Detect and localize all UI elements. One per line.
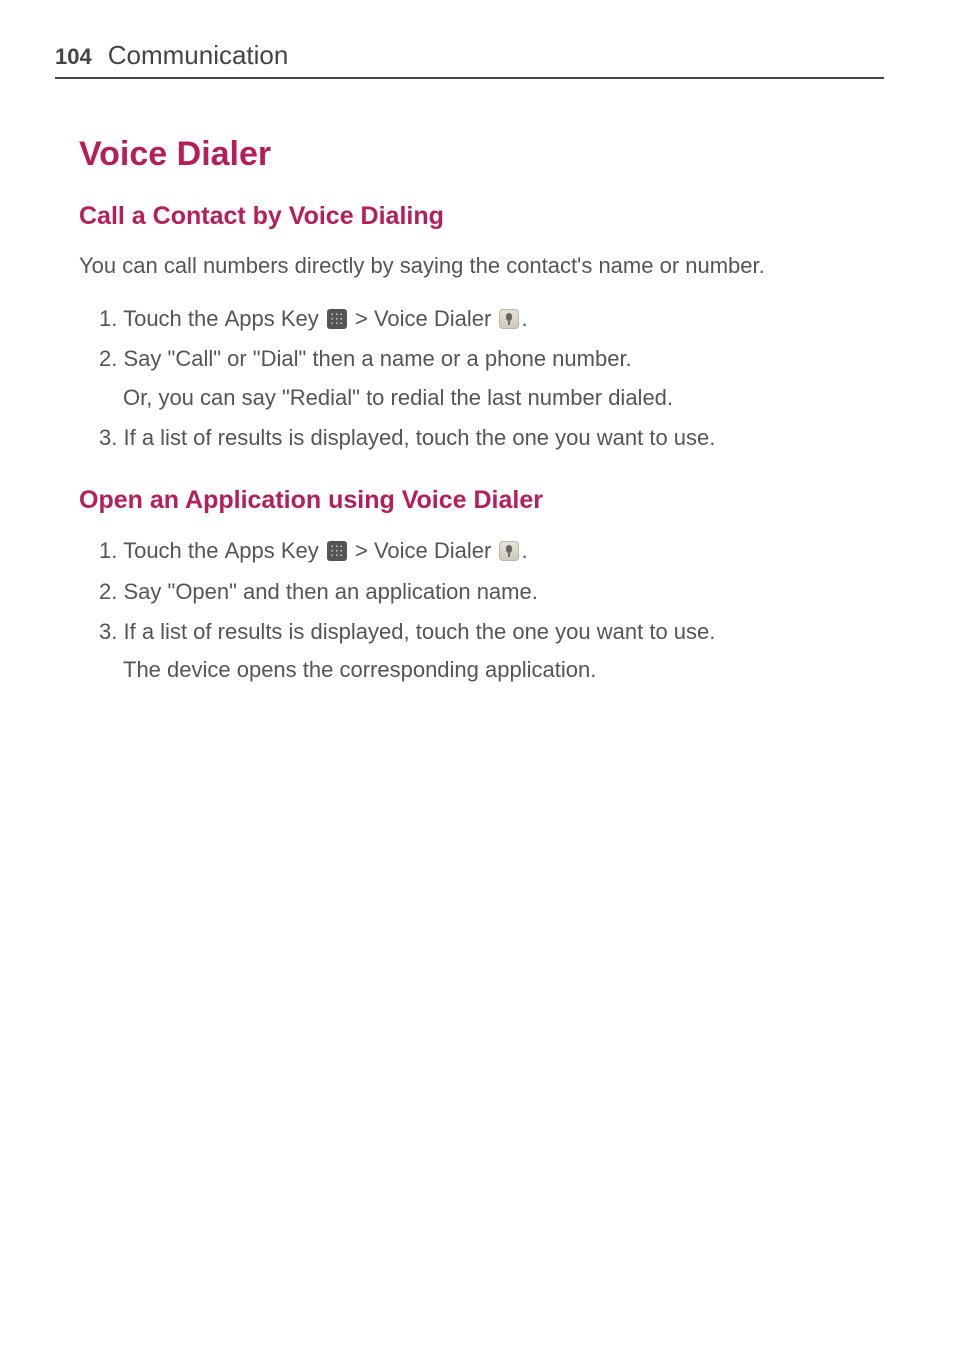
step-text: If a list of results is displayed, touch… bbox=[123, 425, 715, 450]
step-text: Touch the bbox=[123, 306, 225, 331]
apps-key-label: Apps Key bbox=[225, 538, 319, 563]
voice-dialer-icon bbox=[499, 309, 519, 329]
step-number: 3. bbox=[99, 619, 117, 644]
step-text: Say "Open" and then an application name. bbox=[123, 579, 537, 604]
step-text: Touch the bbox=[123, 538, 225, 563]
step-subtext: Or, you can say "Redial" to redial the l… bbox=[123, 380, 884, 416]
step-text: > bbox=[349, 538, 374, 563]
intro-paragraph: You can call numbers directly by saying … bbox=[79, 249, 884, 283]
step-item: 1. Touch the Apps Key > Voice Dialer . bbox=[79, 533, 884, 569]
steps-list-open: 1. Touch the Apps Key > Voice Dialer . 2… bbox=[55, 533, 884, 688]
section-heading-open: Open an Application using Voice Dialer bbox=[79, 486, 884, 515]
voice-dialer-label: Voice Dialer bbox=[374, 306, 491, 331]
step-item: 2. Say "Call" or "Dial" then a name or a… bbox=[79, 341, 884, 416]
step-subtext: The device opens the corresponding appli… bbox=[123, 652, 884, 688]
chapter-title: Communication bbox=[108, 40, 289, 71]
apps-key-label: Apps Key bbox=[225, 306, 319, 331]
section-heading-call: Call a Contact by Voice Dialing bbox=[79, 202, 884, 231]
step-item: 1. Touch the Apps Key > Voice Dialer . bbox=[79, 301, 884, 337]
voice-dialer-label: Voice Dialer bbox=[374, 538, 491, 563]
apps-key-icon bbox=[327, 309, 347, 329]
voice-dialer-icon bbox=[499, 541, 519, 561]
step-number: 2. bbox=[99, 579, 117, 604]
page-title: Voice Dialer bbox=[79, 135, 884, 174]
step-number: 1. bbox=[99, 306, 117, 331]
step-text: . bbox=[521, 538, 527, 563]
page-number: 104 bbox=[55, 44, 92, 70]
step-text: . bbox=[521, 306, 527, 331]
step-item: 3. If a list of results is displayed, to… bbox=[79, 420, 884, 456]
step-number: 3. bbox=[99, 425, 117, 450]
step-number: 2. bbox=[99, 346, 117, 371]
step-text: Say "Call" or "Dial" then a name or a ph… bbox=[123, 346, 631, 371]
apps-key-icon bbox=[327, 541, 347, 561]
page-header: 104 Communication bbox=[55, 40, 884, 79]
steps-list-call: 1. Touch the Apps Key > Voice Dialer . 2… bbox=[55, 301, 884, 456]
step-text: > bbox=[349, 306, 374, 331]
step-item: 2. Say "Open" and then an application na… bbox=[79, 574, 884, 610]
step-item: 3. If a list of results is displayed, to… bbox=[79, 614, 884, 689]
step-number: 1. bbox=[99, 538, 117, 563]
step-text: If a list of results is displayed, touch… bbox=[123, 619, 715, 644]
